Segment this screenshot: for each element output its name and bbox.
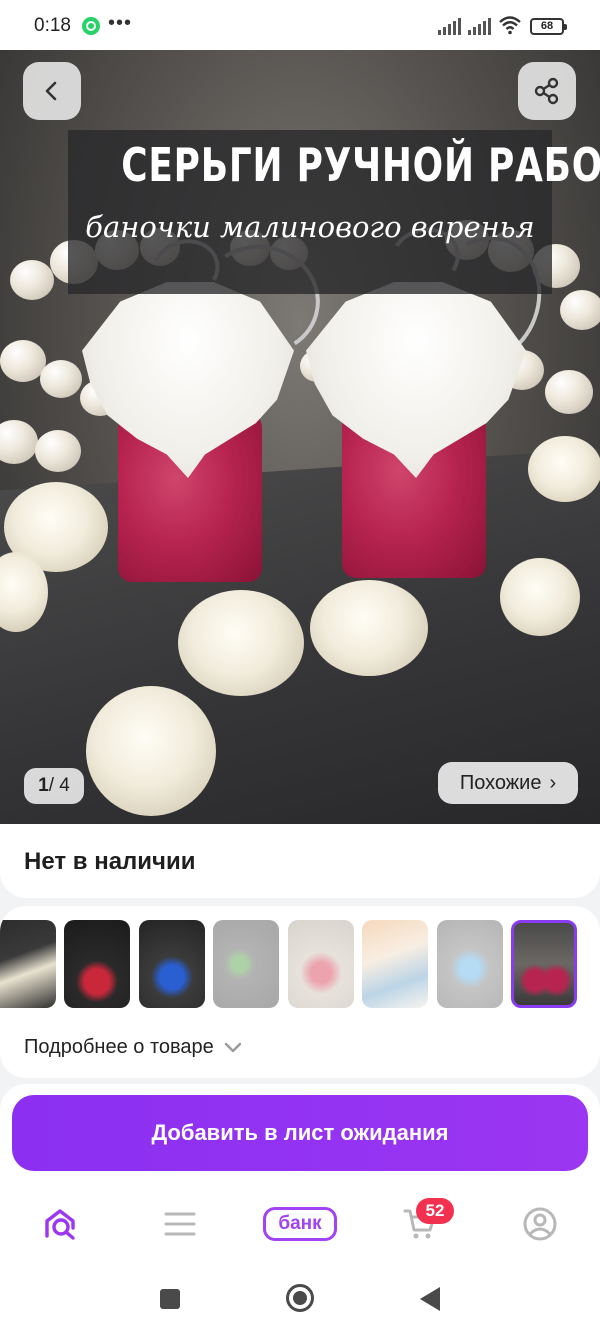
tab-home[interactable] <box>20 1184 100 1264</box>
image-counter: 1/ 4 <box>24 768 84 804</box>
thumb-anime-earrings[interactable] <box>362 920 428 1008</box>
chevron-right-icon: › <box>549 771 557 794</box>
thumb-strawberry-earrings[interactable] <box>64 920 130 1008</box>
image-counter-current: 1 <box>38 775 49 796</box>
banner-subtitle: баночки малинового варенья <box>85 210 535 244</box>
tab-bank[interactable]: банк <box>260 1184 340 1264</box>
whatsapp-icon <box>82 17 100 35</box>
bank-label: банк <box>263 1207 337 1241</box>
cart-count-badge: 52 <box>416 1198 454 1224</box>
wifi-icon <box>499 16 521 35</box>
gallery-card: Подробнее о товаре <box>0 906 600 1078</box>
thumbnail-strip[interactable] <box>0 920 600 1010</box>
battery-icon: 68 <box>530 18 567 35</box>
image-counter-total: 4 <box>59 775 70 796</box>
signal-icon <box>438 18 462 35</box>
battery-level: 68 <box>540 20 554 32</box>
status-bar: 0:18 ••• 68 <box>0 0 600 50</box>
add-to-waitlist-button[interactable]: Добавить в лист ожидания <box>12 1095 588 1171</box>
thumb-green-earrings[interactable] <box>213 920 279 1008</box>
back-nav-button[interactable] <box>420 1287 440 1311</box>
thumb-white-flower-earrings[interactable] <box>0 920 56 1008</box>
product-details-label: Подробнее о товаре <box>24 1036 214 1058</box>
recents-button[interactable] <box>160 1289 180 1309</box>
share-icon <box>534 77 559 105</box>
tab-catalog[interactable] <box>140 1184 220 1264</box>
thumb-blue-flower-earrings[interactable] <box>437 920 503 1008</box>
home-button[interactable] <box>286 1284 314 1312</box>
availability-status: Нет в наличии <box>24 848 196 875</box>
similar-label: Похожие <box>459 771 542 794</box>
product-image[interactable]: СЕРЬГИ РУЧНОЙ РАБОТЫ баночки малинового … <box>0 50 600 828</box>
similar-button[interactable]: Похожие › <box>438 762 578 804</box>
thumb-strawberry-studs[interactable] <box>288 920 354 1008</box>
profile-icon <box>523 1207 557 1241</box>
signal-icon <box>468 18 492 35</box>
more-dots-icon: ••• <box>108 12 133 34</box>
chevron-down-icon <box>224 1042 241 1052</box>
share-button[interactable] <box>518 62 576 120</box>
image-counter-separator: / <box>48 775 54 796</box>
menu-icon <box>164 1212 196 1236</box>
home-search-icon <box>45 1209 75 1240</box>
product-details-link[interactable]: Подробнее о товаре <box>24 1036 242 1059</box>
bottom-tab-bar: банк <box>0 1184 600 1264</box>
back-button[interactable] <box>23 62 81 120</box>
thumb-blueberry-earrings[interactable] <box>139 920 205 1008</box>
chevron-left-icon <box>45 81 57 101</box>
banner-title: СЕРЬГИ РУЧНОЙ РАБОТЫ <box>121 138 600 192</box>
status-time: 0:18 <box>34 15 71 36</box>
thumb-jam-jar-earrings[interactable] <box>511 920 577 1008</box>
tab-profile[interactable] <box>500 1184 580 1264</box>
tab-cart[interactable] <box>380 1184 460 1264</box>
